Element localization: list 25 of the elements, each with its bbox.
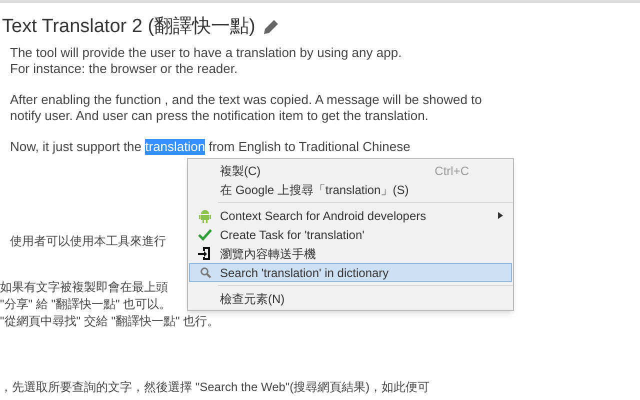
- note-text: 如果有文字被複製即會在最上頭: [0, 278, 168, 296]
- page-title: Text Translator 2 (翻譯快一點): [2, 15, 256, 39]
- footer-text: ，先選取所要查詢的文字，然後選擇 "Search the Web"(搜尋網頁結果)，如此便可: [0, 378, 431, 396]
- description-text: After enabling the function , and the text was copied. A message will be showed to: [10, 92, 483, 108]
- menu-item[interactable]: 複製(C) Ctrl+C: [189, 161, 512, 180]
- menu-item[interactable]: Context Search for Android developers: [189, 206, 512, 225]
- menu-item[interactable]: Search 'translation' in dictionary: [189, 263, 512, 282]
- description-text: notify user. And user can press the notification item to get the translation.: [10, 108, 430, 124]
- note-text: "從網頁中尋找" 交給 "翻譯快一點" 也行。: [0, 312, 220, 330]
- menu-item[interactable]: 檢查元素(N): [189, 289, 512, 308]
- selected-text: translation: [145, 138, 206, 154]
- description-text: For instance: the browser or the reader.: [10, 60, 239, 76]
- robot-icon: [199, 208, 211, 222]
- description-text: Now, it just support the: [10, 138, 143, 154]
- search-icon: [200, 267, 210, 278]
- check-icon: [198, 228, 212, 240]
- note-text: "分享" 給 "翻譯快一點" 也可以。: [0, 296, 172, 312]
- menu-item[interactable]: 瀏覽內容轉送手機: [189, 244, 512, 263]
- phone-arrow-icon: [198, 246, 212, 261]
- menu-item[interactable]: 在 Google 上搜尋「translation」(S): [189, 180, 512, 199]
- description-text: The tool will provide the user to have a translation by using any app.: [10, 44, 403, 60]
- usage-text: 使用者可以使用本工具來進行: [10, 232, 166, 248]
- menu-item[interactable]: Create Task for 'translation': [189, 225, 512, 244]
- description-text: from English to Traditional Chinese: [208, 138, 410, 154]
- pencil-icon[interactable]: [263, 19, 280, 36]
